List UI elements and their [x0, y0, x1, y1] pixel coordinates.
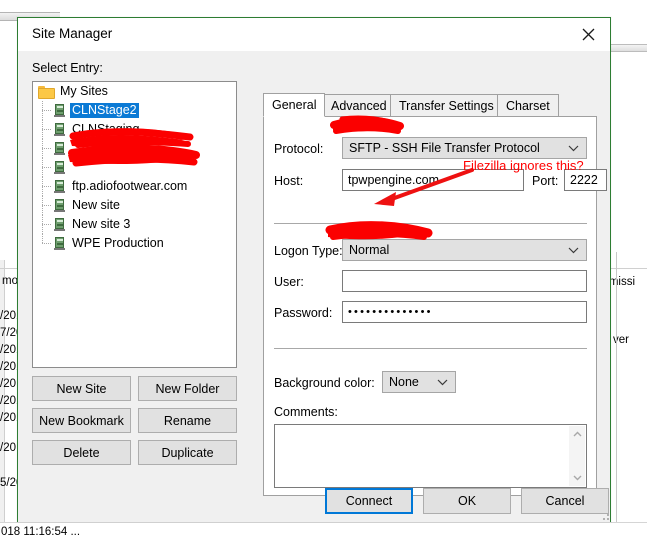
- rename-button[interactable]: Rename: [138, 408, 237, 433]
- tree-elbow-icon: [42, 101, 51, 120]
- tree-item-label: My Sites: [60, 84, 108, 98]
- tree-item-my-sites[interactable]: My Sites: [33, 82, 236, 101]
- dialog-titlebar[interactable]: Site Manager: [18, 18, 610, 51]
- tree-item-label: New site: [72, 198, 120, 212]
- chevron-down-icon: [568, 243, 579, 257]
- tree-item-label: New site 3: [72, 217, 131, 231]
- tree-item-label: CLNStaging: [72, 122, 140, 136]
- background-color-value: None: [389, 375, 419, 389]
- site-manager-dialog: Site Manager Select Entry: My Sites CLNS…: [17, 17, 611, 522]
- screenshot-root: mod rmissi ver /201 7/20 /201 /201 /20 /…: [0, 0, 647, 543]
- host-input[interactable]: tpwpengine.com: [342, 169, 524, 191]
- dialog-body: Select Entry: My Sites CLNStage2 CLNStag…: [18, 51, 610, 522]
- chevron-down-icon: [437, 375, 448, 389]
- server-icon: [54, 179, 65, 194]
- select-entry-label: Select Entry:: [32, 61, 103, 75]
- background-color-label: Background color:: [274, 376, 375, 390]
- server-icon: [54, 160, 65, 175]
- tree-elbow-icon: [42, 234, 51, 253]
- delete-button[interactable]: Delete: [32, 440, 131, 465]
- tree-item-label: WPE Production: [72, 236, 164, 250]
- tree-item-label: ftp.adiofootwear.com: [72, 179, 188, 193]
- entry-buttons-group: New Site New Folder New Bookmark Rename …: [32, 376, 237, 465]
- tree-item-new-site[interactable]: New site: [33, 196, 236, 215]
- close-icon[interactable]: [566, 18, 610, 50]
- protocol-select[interactable]: SFTP - SSH File Transfer Protocol: [342, 137, 587, 159]
- new-site-button[interactable]: New Site: [32, 376, 131, 401]
- tab-transfer-settings[interactable]: Transfer Settings: [390, 94, 503, 117]
- chevron-down-icon: [568, 141, 579, 155]
- general-tab-panel: Protocol: SFTP - SSH File Transfer Proto…: [263, 116, 607, 496]
- background-panel-divider: [616, 252, 617, 543]
- tree-item-new-site-3[interactable]: New site 3: [33, 215, 236, 234]
- port-value: 2222: [570, 173, 598, 187]
- dialog-footer: Connect OK Cancel: [18, 488, 612, 522]
- cancel-button[interactable]: Cancel: [521, 488, 609, 514]
- tree-item-wpe-production[interactable]: WPE Production: [33, 234, 236, 253]
- password-input[interactable]: ••••••••••••••: [342, 301, 587, 323]
- background-file-row: /20: [0, 378, 16, 390]
- password-value: ••••••••••••••: [348, 306, 433, 318]
- logon-type-select[interactable]: Normal: [342, 239, 587, 261]
- dialog-title: Site Manager: [32, 26, 113, 41]
- comments-label: Comments:: [274, 405, 338, 419]
- tree-elbow-icon: [42, 158, 51, 177]
- server-icon: [54, 141, 65, 156]
- section-divider: [274, 223, 587, 224]
- tree-elbow-icon: [42, 120, 51, 139]
- background-color-select[interactable]: None: [382, 371, 456, 393]
- server-icon: [54, 103, 65, 118]
- background-status-bar: 018 11:16:54 ...: [0, 522, 647, 543]
- status-bar-text: 018 11:16:54 ...: [1, 526, 81, 538]
- duplicate-button[interactable]: Duplicate: [138, 440, 237, 465]
- new-folder-button[interactable]: New Folder: [138, 376, 237, 401]
- server-icon: [54, 236, 65, 251]
- background-file-row: /20: [0, 442, 16, 454]
- tree-elbow-icon: [42, 139, 51, 158]
- tree-item-ftp-adiofootwear[interactable]: ftp.adiofootwear.com: [33, 177, 236, 196]
- password-label: Password:: [274, 306, 333, 320]
- tree-item-clnstaging[interactable]: CLNStaging: [33, 120, 236, 139]
- port-input[interactable]: 2222: [564, 169, 607, 191]
- user-label: User:: [274, 275, 304, 289]
- user-input[interactable]: [342, 270, 587, 292]
- comments-textarea[interactable]: [274, 424, 587, 488]
- server-icon: [54, 217, 65, 232]
- protocol-label: Protocol:: [274, 142, 324, 156]
- folder-icon: [38, 85, 55, 99]
- protocol-value: SFTP - SSH File Transfer Protocol: [349, 141, 540, 155]
- server-icon: [54, 198, 65, 213]
- port-label: Port:: [532, 174, 559, 188]
- scroll-down-icon[interactable]: [569, 470, 585, 486]
- host-value: tpwpengine.com: [348, 173, 440, 187]
- logon-type-label: Logon Type:: [274, 244, 343, 258]
- tab-charset[interactable]: Charset: [497, 94, 559, 117]
- tree-item-redacted[interactable]: [33, 139, 236, 158]
- tree-item-clnstage2[interactable]: CLNStage2: [33, 101, 236, 120]
- tree-elbow-icon: [42, 177, 51, 196]
- tab-advanced[interactable]: Advanced: [322, 94, 396, 117]
- comments-scrollbar[interactable]: [569, 426, 585, 486]
- connect-button[interactable]: Connect: [325, 488, 413, 514]
- logon-type-value: Normal: [349, 243, 390, 257]
- scroll-up-icon[interactable]: [569, 426, 585, 442]
- new-bookmark-button[interactable]: New Bookmark: [32, 408, 131, 433]
- tree-elbow-icon: [42, 196, 51, 215]
- section-divider: [274, 348, 587, 349]
- ok-button[interactable]: OK: [423, 488, 511, 514]
- tree-elbow-icon: [42, 215, 51, 234]
- resize-grip[interactable]: [599, 510, 609, 520]
- tab-general[interactable]: General: [263, 93, 326, 117]
- tree-item-label: CLNStage2: [70, 103, 139, 118]
- server-icon: [54, 122, 65, 137]
- settings-tabstrip: General Advanced Transfer Settings Chars…: [263, 93, 597, 117]
- tree-item-redacted[interactable]: [33, 158, 236, 177]
- host-label: Host:: [274, 174, 304, 188]
- site-tree[interactable]: My Sites CLNStage2 CLNStaging ftp.adiofo…: [32, 81, 237, 368]
